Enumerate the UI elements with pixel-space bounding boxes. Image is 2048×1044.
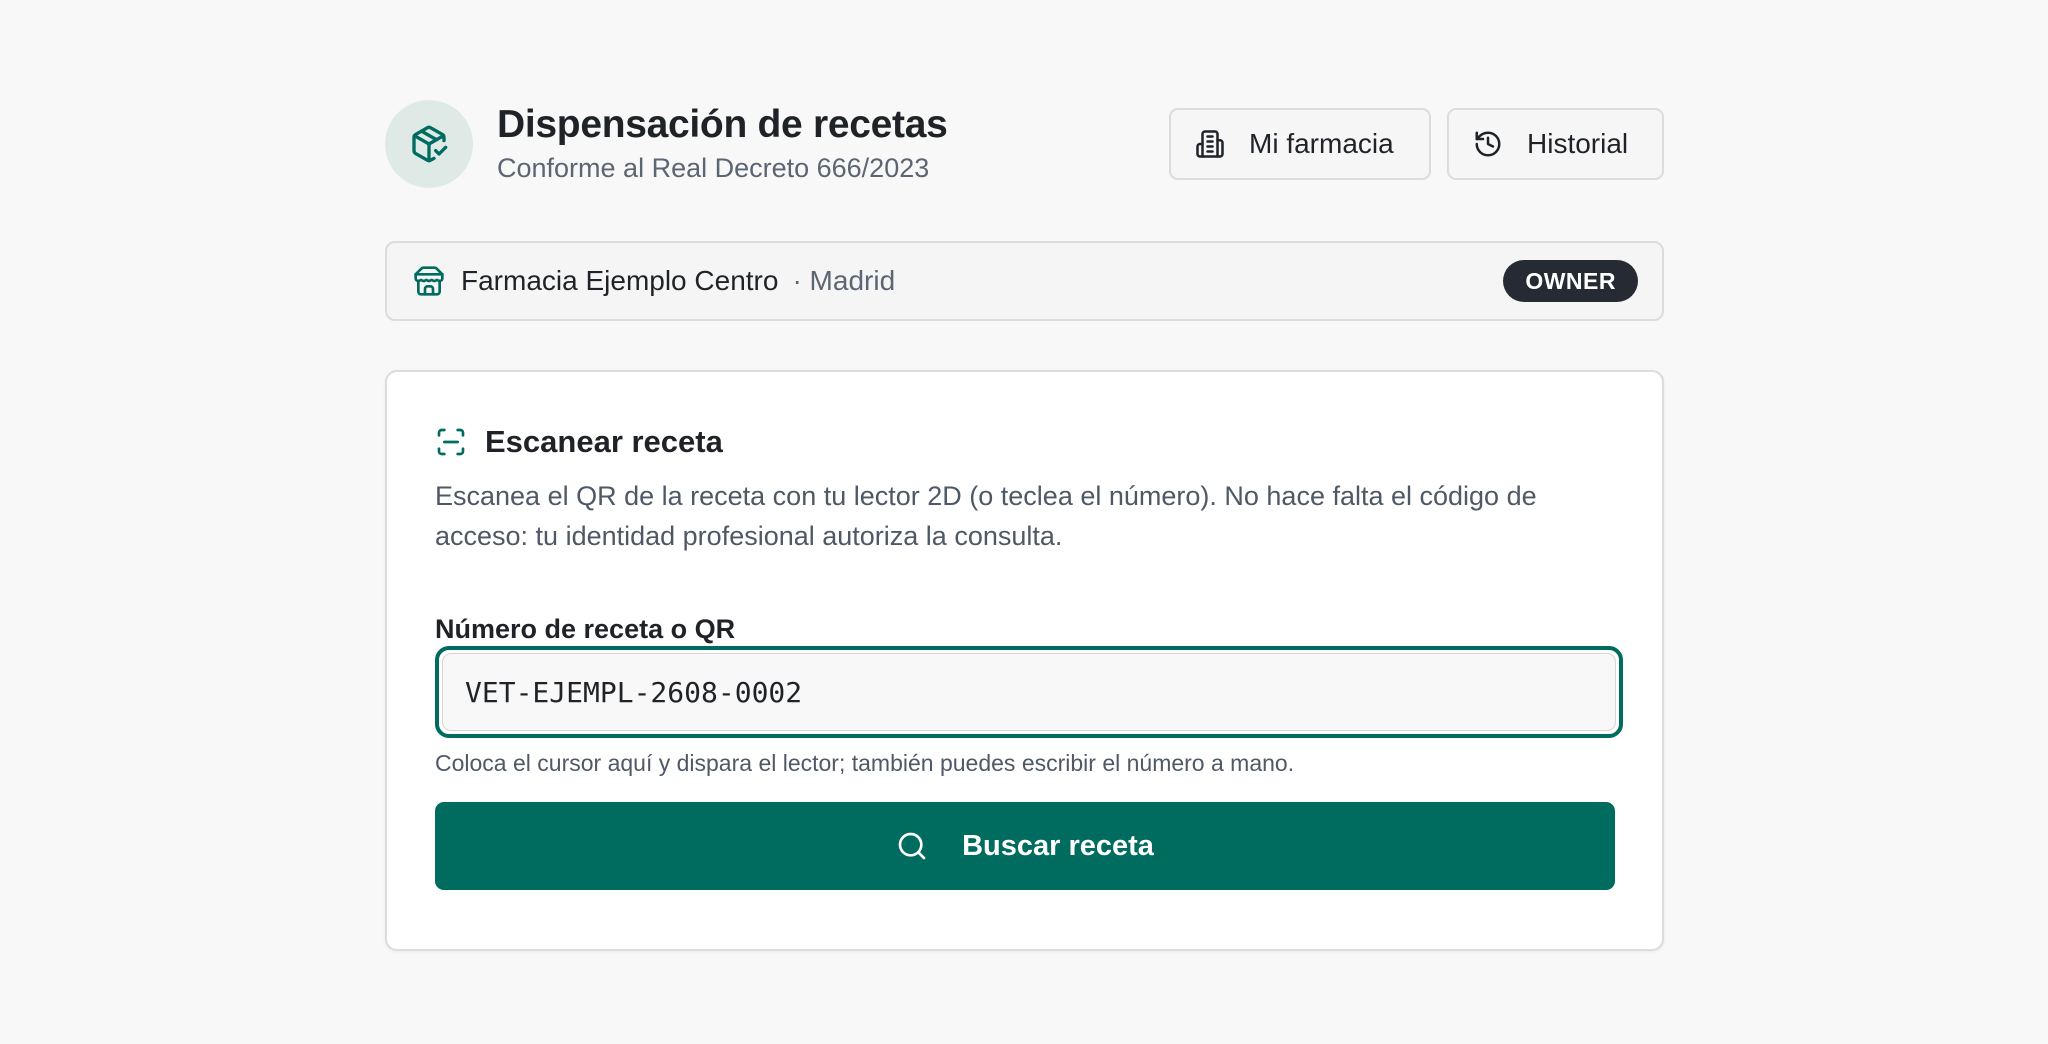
search-prescription-label: Buscar receta (962, 829, 1154, 862)
pharmacy-name: Farmacia Ejemplo Centro (461, 265, 779, 296)
app-logo (385, 100, 473, 188)
search-prescription-button[interactable]: Buscar receta (435, 802, 1615, 890)
search-icon (896, 830, 928, 862)
scan-prescription-card: Escanear receta Escanea el QR de la rece… (385, 370, 1664, 951)
package-check-icon (409, 124, 449, 164)
pharmacy-city: · Madrid (792, 265, 896, 296)
main-container: Dispensación de recetas Conforme al Real… (385, 100, 1664, 951)
prescription-input-focus-ring (435, 646, 1623, 738)
scan-line-icon (435, 426, 467, 458)
my-pharmacy-button[interactable]: Mi farmacia (1169, 108, 1431, 180)
card-title: Escanear receta (485, 424, 723, 459)
prescription-field-label: Número de receta o QR (435, 614, 736, 644)
history-label: Historial (1527, 128, 1629, 159)
store-icon (413, 265, 445, 297)
page-subtitle: Conforme al Real Decreto 666/2023 (497, 153, 930, 183)
card-description: Escanea el QR de la receta con tu lector… (435, 481, 1537, 551)
prescription-field-hint: Coloca el cursor aquí y dispara el lecto… (435, 750, 1295, 776)
header-title-group: Dispensación de recetas Conforme al Real… (385, 100, 948, 188)
header-actions: Mi farmacia Historial (1169, 108, 1664, 180)
title-block: Dispensación de recetas Conforme al Real… (497, 102, 948, 186)
role-badge: OWNER (1503, 260, 1638, 302)
my-pharmacy-label: Mi farmacia (1249, 128, 1394, 159)
pharmacy-info-bar: Farmacia Ejemplo Centro · Madrid OWNER (385, 241, 1664, 321)
page-title: Dispensación de recetas (497, 103, 948, 146)
page: Dispensación de recetas Conforme al Real… (0, 0, 2048, 1044)
history-icon (1473, 129, 1503, 159)
prescription-number-input[interactable] (442, 653, 1616, 731)
building-icon (1195, 129, 1225, 159)
page-header: Dispensación de recetas Conforme al Real… (385, 100, 1664, 188)
history-button[interactable]: Historial (1447, 108, 1664, 180)
card-header: Escanear receta (435, 422, 1614, 462)
